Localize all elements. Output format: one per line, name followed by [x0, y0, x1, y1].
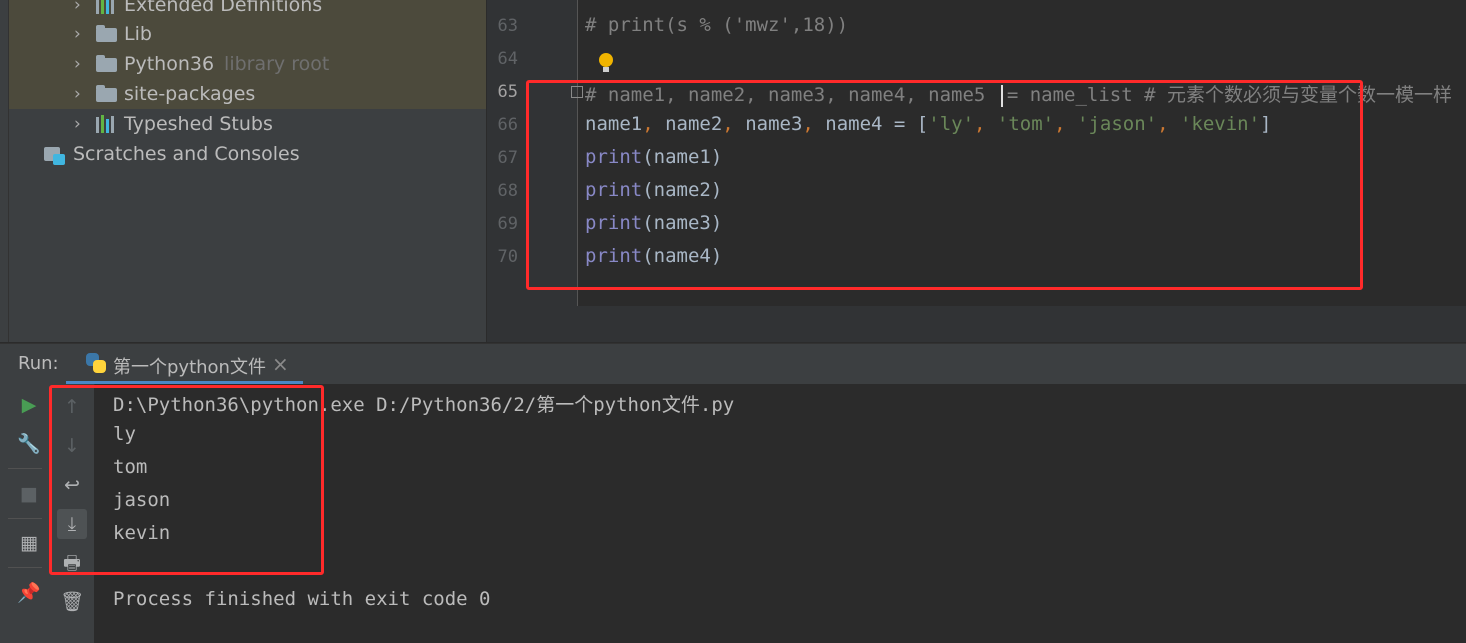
- editor-bottom-area: [487, 306, 1466, 342]
- folder-icon: [96, 55, 118, 73]
- close-icon[interactable]: ×: [272, 352, 289, 376]
- line-number: 64: [497, 49, 518, 69]
- pin-icon[interactable]: 📌: [14, 578, 44, 608]
- chevron-right-icon[interactable]: ›: [74, 19, 88, 49]
- chevron-right-icon[interactable]: ›: [74, 109, 88, 139]
- scratches-icon: [44, 145, 66, 165]
- run-tab-label: 第一个python文件: [113, 357, 266, 378]
- line-number: 70: [497, 247, 518, 267]
- library-icon: [96, 115, 118, 133]
- tree-item-label: Python36: [124, 53, 215, 75]
- library-icon: [96, 0, 118, 14]
- wrench-icon[interactable]: 🔧: [14, 429, 44, 459]
- project-panel: › Extended Definitions › Lib › Python36 l…: [0, 0, 486, 342]
- toolbar-divider: [8, 518, 42, 519]
- python-file-icon: [86, 353, 106, 373]
- chevron-right-icon[interactable]: ›: [74, 0, 88, 20]
- trash-icon[interactable]: 🗑: [57, 587, 87, 617]
- library-root-hint: library root: [224, 53, 330, 75]
- layout-icon[interactable]: ▦: [14, 528, 44, 558]
- console-exit-status: Process finished with exit code 0: [113, 588, 491, 610]
- annotation-box-code: [526, 80, 1363, 290]
- annotation-box-console: [49, 385, 324, 575]
- line-number: 66: [497, 115, 518, 135]
- stop-icon[interactable]: ■: [14, 479, 44, 509]
- run-tool-window-header: Run: 第一个python文件 ×: [0, 343, 1466, 385]
- run-label: Run:: [18, 353, 59, 374]
- lightbulb-icon[interactable]: [599, 53, 613, 72]
- line-number: 69: [497, 214, 518, 234]
- left-tool-strip: [0, 0, 9, 342]
- chevron-right-icon[interactable]: ›: [74, 49, 88, 79]
- line-number: 65: [497, 82, 518, 102]
- line-number: 68: [497, 181, 518, 201]
- tree-item-label: Scratches and Consoles: [73, 143, 300, 165]
- run-tab[interactable]: 第一个python文件 ×: [66, 344, 303, 384]
- line-number: 67: [497, 148, 518, 168]
- code-line-63: # print(s % ('mwz',18)): [585, 14, 849, 36]
- tree-item-label: Lib: [124, 23, 152, 45]
- chevron-right-icon[interactable]: ›: [74, 79, 88, 109]
- toolbar-divider: [8, 567, 42, 568]
- run-icon[interactable]: ▶: [14, 390, 44, 420]
- line-number: 63: [497, 16, 518, 36]
- folder-icon: [96, 25, 118, 43]
- tree-item-label: site-packages: [124, 83, 256, 105]
- run-toolbar-primary: ▶ 🔧 ■ ▦ 📌: [0, 384, 50, 643]
- tree-item-label: Extended Definitions: [124, 0, 323, 16]
- folder-icon: [96, 85, 118, 103]
- toolbar-divider: [8, 468, 42, 469]
- tree-item-label: Typeshed Stubs: [124, 113, 273, 135]
